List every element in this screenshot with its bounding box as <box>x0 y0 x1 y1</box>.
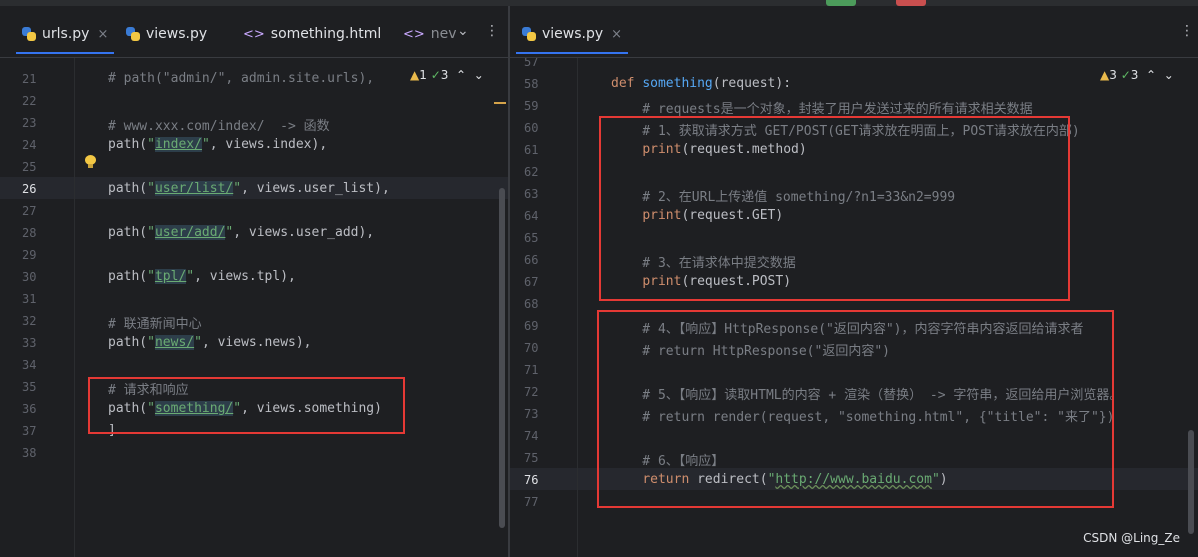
chevron-down-icon[interactable]: ⌄ <box>457 23 469 39</box>
chevron-up-icon[interactable]: ⌃ <box>1142 68 1156 82</box>
code-line[interactable]: def something(request): <box>611 76 791 91</box>
line-number: 59 <box>524 99 539 113</box>
line-number: 37 <box>22 424 37 438</box>
line-number: 23 <box>22 116 37 130</box>
line-number: 69 <box>524 319 539 333</box>
inspection-widget[interactable]: ▲3 ✓3 ⌃ ⌄ <box>1100 68 1174 82</box>
line-number: 71 <box>524 363 539 377</box>
close-icon[interactable]: × <box>611 27 622 42</box>
line-number-gutter: 57 58 59 60 61 62 63 64 65 66 67 68 69 70 71 72 73 74 75 7… <box>510 58 578 557</box>
line-number: 70 <box>524 341 539 355</box>
line-number: 33 <box>22 336 37 350</box>
code-line[interactable]: # www.xxx.com/index/ -> 函数 <box>108 115 330 134</box>
editor-pane-right: views.py × ⋮ 57 58 59 60 61 62 63 64 65 66 67 68 69… <box>510 6 1198 557</box>
warning-icon: ▲ <box>1100 68 1110 82</box>
html-file-icon: <> <box>403 26 425 42</box>
code-line[interactable]: path("user/add/", views.user_add), <box>108 225 374 240</box>
editor-tabs-right: views.py × ⋮ <box>510 6 1198 58</box>
more-vertical-icon[interactable]: ⋮ <box>1180 23 1194 39</box>
line-number: 36 <box>22 402 37 416</box>
line-number: 72 <box>524 385 539 399</box>
error-stripe-mark[interactable] <box>494 102 506 104</box>
tab-views-py[interactable]: views.py <box>126 23 207 45</box>
code-line[interactable]: # requests是一个对象，封装了用户发送过来的所有请求相关数据 <box>611 98 1032 117</box>
line-number: 60 <box>524 121 539 135</box>
line-number-gutter: 21 22 23 24 25 26 27 28 29 30 31 32 33 34 35 36 37 38 <box>0 58 75 557</box>
watermark: CSDN @Ling_Ze <box>1083 531 1180 545</box>
line-number: 38 <box>22 446 37 460</box>
code-line[interactable]: path("tpl/", views.tpl), <box>108 269 296 284</box>
checkmark-icon: ✓ <box>1120 68 1131 82</box>
line-number: 24 <box>22 138 37 152</box>
line-number: 73 <box>524 407 539 421</box>
tab-views-py[interactable]: views.py × <box>515 23 629 54</box>
line-number: 58 <box>524 77 539 91</box>
tab-urls-py[interactable]: urls.py × <box>15 23 115 54</box>
code-line[interactable]: # path("admin/", admin.site.urls), <box>108 71 374 86</box>
line-number: 68 <box>524 297 539 311</box>
tab-label: nev <box>430 26 457 42</box>
line-number: 57 <box>524 58 539 68</box>
code-line[interactable]: path("news/", views.news), <box>108 335 312 350</box>
inspection-widget[interactable]: ▲1 ✓3 ⌃ ⌄ <box>410 68 484 82</box>
line-number: 61 <box>524 143 539 157</box>
line-number: 64 <box>524 209 539 223</box>
tab-label: views.py <box>146 26 208 42</box>
scrollbar-thumb[interactable] <box>499 188 505 528</box>
code-line[interactable]: path("index/", views.index), <box>108 137 327 152</box>
line-number: 65 <box>524 231 539 245</box>
line-number: 77 <box>524 495 539 509</box>
python-file-icon <box>522 27 536 41</box>
line-number: 35 <box>22 380 37 394</box>
html-file-icon: <> <box>243 26 265 42</box>
warning-icon: ▲ <box>410 68 420 82</box>
line-number: 76 <box>524 473 539 487</box>
line-number: 30 <box>22 270 37 284</box>
line-number: 31 <box>22 292 37 306</box>
line-number: 66 <box>524 253 539 267</box>
tab-something-html[interactable]: <> something.html <box>243 23 381 45</box>
line-number: 62 <box>524 165 539 179</box>
line-number: 22 <box>22 94 37 108</box>
line-number: 21 <box>22 72 37 86</box>
python-file-icon <box>22 27 36 41</box>
checkmark-icon: ✓ <box>430 68 441 82</box>
line-number: 27 <box>22 204 37 218</box>
line-number: 63 <box>524 187 539 201</box>
line-number: 29 <box>22 248 37 262</box>
line-number: 67 <box>524 275 539 289</box>
chevron-up-icon[interactable]: ⌃ <box>452 68 466 82</box>
line-number: 74 <box>524 429 539 443</box>
chevron-down-icon[interactable]: ⌄ <box>470 68 484 82</box>
line-number: 32 <box>22 314 37 328</box>
more-vertical-icon[interactable]: ⋮ <box>485 23 499 39</box>
tab-label: urls.py <box>42 26 90 42</box>
close-icon[interactable]: × <box>97 27 108 42</box>
chevron-down-icon[interactable]: ⌄ <box>1160 68 1174 82</box>
line-number: 28 <box>22 226 37 240</box>
line-number: 34 <box>22 358 37 372</box>
code-line[interactable]: # 联通新闻中心 <box>108 313 202 332</box>
line-number: 75 <box>524 451 539 465</box>
annotation-box <box>599 116 1070 301</box>
tab-label: something.html <box>270 26 382 42</box>
line-number: 25 <box>22 160 37 174</box>
tab-label: views.py <box>542 26 604 42</box>
code-area[interactable]: # path("admin/", admin.site.urls), # www.… <box>75 58 508 557</box>
annotation-box <box>88 377 405 434</box>
tab-nev[interactable]: <> nev <box>403 23 457 45</box>
lightbulb-icon[interactable] <box>85 155 96 168</box>
code-line[interactable]: path("user/list/", views.user_list), <box>108 181 390 196</box>
scrollbar-thumb[interactable] <box>1188 430 1194 534</box>
editor-tabs-left: urls.py × views.py <> something.html <> … <box>0 6 508 58</box>
python-file-icon <box>126 27 140 41</box>
editor-pane-left: urls.py × views.py <> something.html <> … <box>0 6 508 557</box>
annotation-box <box>597 310 1114 508</box>
line-number: 26 <box>22 182 37 196</box>
